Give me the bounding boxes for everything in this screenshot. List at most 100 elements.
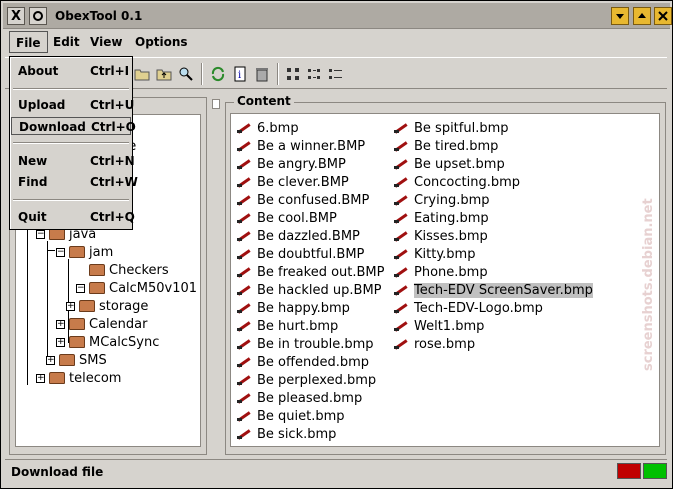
menu-item-about[interactable]: About Ctrl+I xyxy=(11,62,131,80)
tree-item-telecom[interactable]: + telecom xyxy=(36,369,121,387)
file-menu-dropdown: About Ctrl+I Upload Ctrl+U Download Ctrl+O … xyxy=(9,56,138,230)
trash-icon[interactable] xyxy=(253,65,271,83)
file-item[interactable]: Be spitful.bmp xyxy=(394,119,595,137)
paintbrush-icon xyxy=(237,338,253,350)
tree-item-mcalcsync[interactable]: + MCalcSync xyxy=(56,333,159,351)
info-icon[interactable]: i xyxy=(231,65,249,83)
paintbrush-icon xyxy=(237,320,253,332)
expand-icon[interactable]: + xyxy=(66,301,75,311)
menu-item-upload[interactable]: Upload Ctrl+U xyxy=(11,96,134,114)
minimize-icon[interactable] xyxy=(611,7,629,25)
expand-icon[interactable]: + xyxy=(56,337,65,347)
file-item[interactable]: Be confused.BMP xyxy=(237,191,387,209)
folder-icon xyxy=(69,336,85,348)
paintbrush-icon xyxy=(394,230,410,242)
splitter-handle[interactable] xyxy=(212,99,220,109)
collapse-icon[interactable]: − xyxy=(36,229,45,239)
file-list[interactable]: 6.bmp Be a winner.BMP Be angry.BMP Be cleve… xyxy=(230,113,660,447)
paintbrush-icon xyxy=(237,410,253,422)
file-item[interactable]: Be happy.bmp xyxy=(237,299,387,317)
menu-view[interactable]: View xyxy=(84,31,128,53)
file-item[interactable]: Be upset.bmp xyxy=(394,155,595,173)
menu-item-find[interactable]: Find Ctrl+W xyxy=(11,173,138,191)
file-item[interactable]: Tech-EDV-Logo.bmp xyxy=(394,299,595,317)
file-item[interactable]: Be in trouble.bmp xyxy=(237,335,387,353)
file-item[interactable]: Be freaked out.BMP xyxy=(237,263,387,281)
paintbrush-icon xyxy=(394,284,410,296)
file-name: Be in trouble.bmp xyxy=(257,336,374,352)
menu-edit[interactable]: Edit xyxy=(47,31,86,53)
open-folder-icon[interactable] xyxy=(133,65,151,83)
large-icons-view-icon[interactable] xyxy=(285,65,303,83)
menu-item-quit[interactable]: Quit Ctrl+Q xyxy=(11,208,135,226)
expand-icon[interactable]: + xyxy=(36,373,45,383)
paintbrush-icon xyxy=(237,266,253,278)
file-name: Phone.bmp xyxy=(414,264,488,280)
file-item[interactable]: Be hurt.bmp xyxy=(237,317,387,335)
file-item[interactable]: Crying.bmp xyxy=(394,191,595,209)
maximize-icon[interactable] xyxy=(633,7,651,25)
paintbrush-icon xyxy=(394,266,410,278)
expand-icon[interactable]: + xyxy=(46,355,55,365)
file-item[interactable]: rose.bmp xyxy=(394,335,595,353)
list-view-icon[interactable] xyxy=(327,65,345,83)
tree-item-checkers[interactable]: Checkers xyxy=(89,261,169,279)
title-bar[interactable]: X ObexTool 0.1 xyxy=(3,3,672,29)
menu-file[interactable]: File xyxy=(9,31,48,53)
file-item[interactable]: Be angry.BMP xyxy=(237,155,387,173)
paintbrush-icon xyxy=(237,122,253,134)
collapse-icon[interactable]: − xyxy=(76,283,85,293)
paintbrush-icon xyxy=(237,392,253,404)
file-item[interactable]: Be tired.bmp xyxy=(394,137,595,155)
app-icon[interactable] xyxy=(29,7,47,25)
folder-icon xyxy=(89,264,105,276)
close-window-icon[interactable] xyxy=(654,7,672,25)
file-name: Tech-EDV ScreenSaver.bmp xyxy=(414,282,593,298)
file-name: Be doubtful.BMP xyxy=(257,246,365,262)
file-item[interactable]: Concocting.bmp xyxy=(394,173,595,191)
tree-item-jam[interactable]: − jam xyxy=(56,243,113,261)
up-folder-icon[interactable] xyxy=(155,65,173,83)
menu-options[interactable]: Options xyxy=(129,31,194,53)
file-item[interactable]: Be dazzled.BMP xyxy=(237,227,387,245)
expand-icon[interactable]: + xyxy=(56,319,65,329)
search-icon[interactable] xyxy=(177,65,195,83)
window-title: ObexTool 0.1 xyxy=(55,9,143,23)
status-indicator-green xyxy=(643,463,667,479)
file-item[interactable]: Be quiet.bmp xyxy=(237,407,387,425)
tree-item-sms[interactable]: + SMS xyxy=(46,351,107,369)
file-item[interactable]: Kisses.bmp xyxy=(394,227,595,245)
file-item[interactable]: Tech-EDV ScreenSaver.bmp xyxy=(394,281,595,299)
collapse-icon[interactable]: − xyxy=(56,247,65,257)
file-name: Be happy.bmp xyxy=(257,300,350,316)
file-name: Concocting.bmp xyxy=(414,174,521,190)
refresh-icon[interactable] xyxy=(209,65,227,83)
file-item[interactable]: Phone.bmp xyxy=(394,263,595,281)
file-name: Be clever.BMP xyxy=(257,174,349,190)
menu-item-download[interactable]: Download Ctrl+O xyxy=(11,117,136,135)
tree-item-storage[interactable]: + storage xyxy=(66,297,148,315)
file-item[interactable]: Be hackled up.BMP xyxy=(237,281,387,299)
file-item[interactable]: 6.bmp xyxy=(237,119,387,137)
toolbar-separator xyxy=(277,63,279,85)
file-item[interactable]: Be offended.bmp xyxy=(237,353,387,371)
paintbrush-icon xyxy=(394,176,410,188)
file-item[interactable]: Be sick.bmp xyxy=(237,425,387,443)
file-item[interactable]: Kitty.bmp xyxy=(394,245,595,263)
file-item[interactable]: Eating.bmp xyxy=(394,209,595,227)
file-item[interactable]: Be perplexed.bmp xyxy=(237,371,387,389)
tree-item-calendar[interactable]: + Calendar xyxy=(56,315,147,333)
file-item[interactable]: Be a winner.BMP xyxy=(237,137,387,155)
file-item[interactable]: Welt1.bmp xyxy=(394,317,595,335)
tree-item-calcm50v101[interactable]: − CalcM50v101 xyxy=(76,279,197,297)
paintbrush-icon xyxy=(237,248,253,260)
paintbrush-icon xyxy=(237,284,253,296)
file-item[interactable]: Be cool.BMP xyxy=(237,209,387,227)
close-icon[interactable]: X xyxy=(7,7,25,25)
file-item[interactable]: Be clever.BMP xyxy=(237,173,387,191)
small-icons-view-icon[interactable] xyxy=(306,65,324,83)
file-item[interactable]: Be pleased.bmp xyxy=(237,389,387,407)
menu-item-new[interactable]: New Ctrl+N xyxy=(11,152,135,170)
paintbrush-icon xyxy=(394,212,410,224)
file-item[interactable]: Be doubtful.BMP xyxy=(237,245,387,263)
